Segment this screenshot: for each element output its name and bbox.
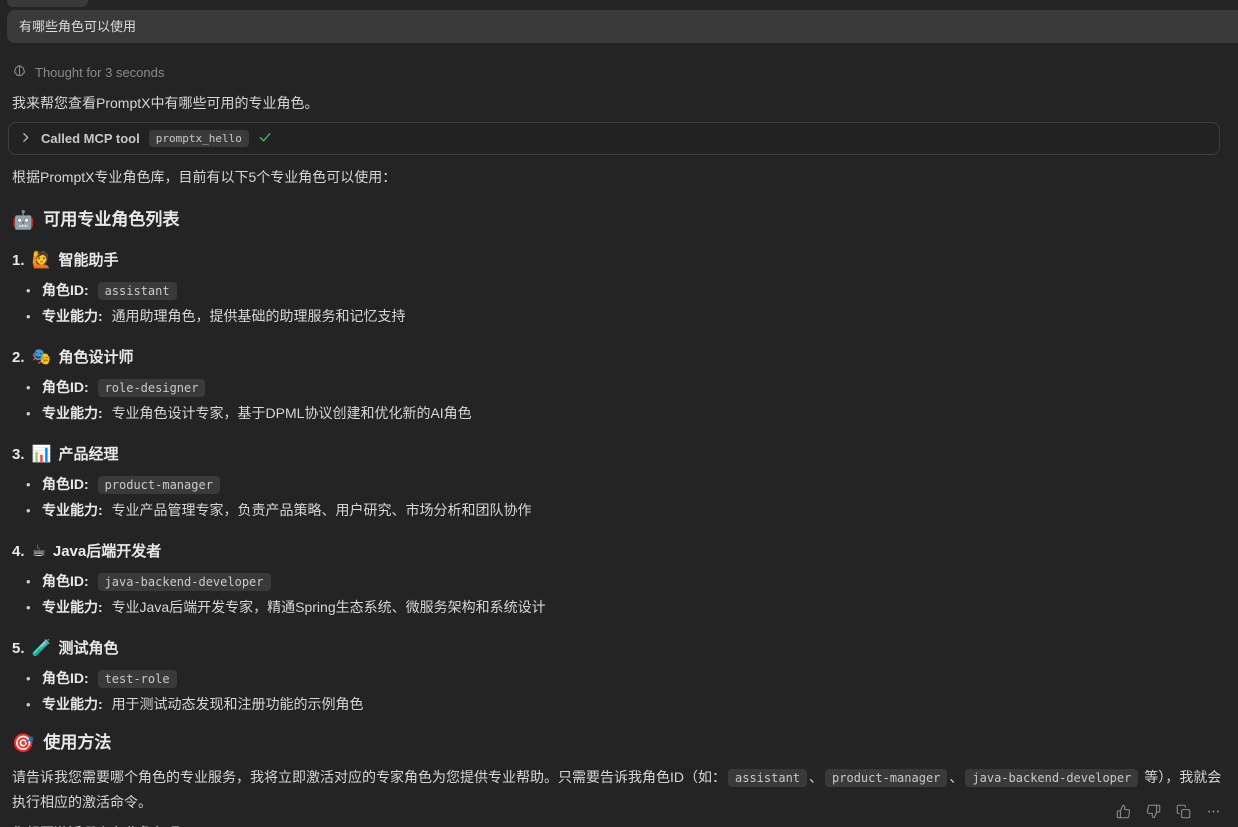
role-number: 4. bbox=[12, 541, 25, 563]
usage-text-1: 请告诉我您需要哪个角色的专业服务，我将立即激活对应的专家角色为您提供专业帮助。只… bbox=[12, 769, 726, 785]
usage-sep-2: 、 bbox=[949, 769, 963, 785]
role-ability-text: 用于测试动态发现和注册功能的示例角色 bbox=[112, 696, 364, 712]
robot-emoji-icon: 🤖 bbox=[12, 211, 34, 229]
role-number: 5. bbox=[12, 638, 25, 660]
role-ability-label: 专业能力: bbox=[42, 599, 103, 615]
usage-heading: 🎯 使用方法 bbox=[12, 731, 1226, 755]
thinking-summary[interactable]: Thought for 3 seconds bbox=[12, 63, 1226, 81]
role-id-item: 角色ID: java-backend-developer bbox=[42, 569, 1226, 595]
copy-button[interactable] bbox=[1174, 802, 1192, 820]
role-id-item: 角色ID: role-designer bbox=[42, 375, 1226, 401]
assistant-summary-text: 根据PromptX专业角色库，目前有以下5个专业角色可以使用： bbox=[12, 167, 1226, 188]
role-id-code: java-backend-developer bbox=[98, 573, 271, 591]
role-heading: 4. ☕ Java后端开发者 bbox=[12, 541, 1226, 563]
more-options-button[interactable] bbox=[1204, 802, 1222, 820]
theater-masks-emoji-icon: 🎭 bbox=[32, 350, 52, 366]
inline-code-assistant: assistant bbox=[728, 769, 807, 787]
usage-title: 使用方法 bbox=[43, 731, 111, 755]
role-heading: 1. 🙋 智能助手 bbox=[12, 250, 1226, 272]
role-ability-label: 专业能力: bbox=[42, 308, 103, 324]
tool-name-chip: promptx_hello bbox=[149, 130, 249, 147]
success-check-icon bbox=[258, 130, 272, 147]
role-section-assistant: 1. 🙋 智能助手 角色ID: assistant 专业能力: 通用助理角色，提… bbox=[12, 250, 1226, 329]
previous-message-peek bbox=[7, 0, 88, 7]
role-heading: 5. 🧪 测试角色 bbox=[12, 638, 1226, 660]
tool-call-label: Called MCP tool bbox=[41, 131, 140, 146]
user-message-text: 有哪些角色可以使用 bbox=[19, 19, 136, 34]
usage-paragraph: 请告诉我您需要哪个角色的专业服务，我将立即激活对应的专家角色为您提供专业帮助。只… bbox=[12, 765, 1226, 814]
role-name: 测试角色 bbox=[58, 638, 118, 660]
role-properties: 角色ID: java-backend-developer 专业能力: 专业Jav… bbox=[12, 569, 1226, 620]
role-properties: 角色ID: test-role 专业能力: 用于测试动态发现和注册功能的示例角色 bbox=[12, 666, 1226, 717]
role-ability-item: 专业能力: 用于测试动态发现和注册功能的示例角色 bbox=[42, 692, 1226, 717]
role-id-item: 角色ID: test-role bbox=[42, 666, 1226, 692]
thinking-label: Thought for 3 seconds bbox=[35, 65, 164, 80]
thumbs-up-button[interactable] bbox=[1114, 802, 1132, 820]
role-properties: 角色ID: product-manager 专业能力: 专业产品管理专家，负责产… bbox=[12, 472, 1226, 523]
assistant-response: Thought for 3 seconds 我来帮您查看PromptX中有哪些可… bbox=[0, 63, 1238, 827]
role-ability-text: 专业产品管理专家，负责产品策略、用户研究、市场分析和团队协作 bbox=[112, 502, 532, 518]
role-number: 2. bbox=[12, 347, 25, 369]
mcp-tool-call[interactable]: Called MCP tool promptx_hello bbox=[8, 122, 1220, 155]
message-action-bar bbox=[1114, 802, 1222, 820]
role-ability-item: 专业能力: 专业角色设计专家，基于DPML协议创建和优化新的AI角色 bbox=[42, 401, 1226, 426]
inline-code-java-backend-developer: java-backend-developer bbox=[965, 769, 1138, 787]
role-heading: 2. 🎭 角色设计师 bbox=[12, 347, 1226, 369]
role-ability-item: 专业能力: 专业产品管理专家，负责产品策略、用户研究、市场分析和团队协作 bbox=[42, 498, 1226, 523]
role-id-code: product-manager bbox=[98, 476, 220, 494]
role-ability-text: 通用助理角色，提供基础的助理服务和记忆支持 bbox=[112, 308, 406, 324]
role-id-label: 角色ID: bbox=[42, 282, 89, 298]
test-tube-emoji-icon: 🧪 bbox=[32, 641, 52, 657]
role-name: Java后端开发者 bbox=[53, 541, 161, 563]
target-emoji-icon: 🎯 bbox=[12, 734, 34, 752]
brain-icon bbox=[12, 63, 27, 81]
role-name: 智能助手 bbox=[58, 250, 118, 272]
user-message-bubble[interactable]: 有哪些角色可以使用 bbox=[7, 10, 1238, 43]
role-section-role-designer: 2. 🎭 角色设计师 角色ID: role-designer 专业能力: 专业角… bbox=[12, 347, 1226, 426]
roles-list-heading: 🤖 可用专业角色列表 bbox=[12, 208, 1226, 232]
assistant-intro-text: 我来帮您查看PromptX中有哪些可用的专业角色。 bbox=[12, 93, 1226, 114]
role-id-label: 角色ID: bbox=[42, 670, 89, 686]
role-section-product-manager: 3. 📊 产品经理 角色ID: product-manager 专业能力: 专业… bbox=[12, 444, 1226, 523]
role-name: 产品经理 bbox=[58, 444, 118, 466]
role-ability-label: 专业能力: bbox=[42, 502, 103, 518]
inline-code-product-manager: product-manager bbox=[825, 769, 947, 787]
role-id-label: 角色ID: bbox=[42, 573, 89, 589]
role-id-label: 角色ID: bbox=[42, 379, 89, 395]
usage-sep-1: 、 bbox=[809, 769, 823, 785]
role-section-test-role: 5. 🧪 测试角色 角色ID: test-role 专业能力: 用于测试动态发现… bbox=[12, 638, 1226, 717]
role-ability-item: 专业能力: 通用助理角色，提供基础的助理服务和记忆支持 bbox=[42, 304, 1226, 329]
role-id-code: assistant bbox=[98, 282, 177, 300]
role-name: 角色设计师 bbox=[58, 347, 133, 369]
chevron-right-icon[interactable] bbox=[19, 131, 32, 147]
role-properties: 角色ID: assistant 专业能力: 通用助理角色，提供基础的助理服务和记… bbox=[12, 278, 1226, 329]
raising-hand-emoji-icon: 🙋 bbox=[32, 253, 52, 269]
role-section-java-backend-developer: 4. ☕ Java后端开发者 角色ID: java-backend-develo… bbox=[12, 541, 1226, 620]
thumbs-down-button[interactable] bbox=[1144, 802, 1162, 820]
role-ability-label: 专业能力: bbox=[42, 696, 103, 712]
role-properties: 角色ID: role-designer 专业能力: 专业角色设计专家，基于DPM… bbox=[12, 375, 1226, 426]
bar-chart-emoji-icon: 📊 bbox=[32, 447, 52, 463]
role-id-item: 角色ID: assistant bbox=[42, 278, 1226, 304]
role-ability-label: 专业能力: bbox=[42, 405, 103, 421]
role-heading: 3. 📊 产品经理 bbox=[12, 444, 1226, 466]
role-id-label: 角色ID: bbox=[42, 476, 89, 492]
role-ability-item: 专业能力: 专业Java后端开发专家，精通Spring生态系统、微服务架构和系统… bbox=[42, 595, 1226, 620]
role-ability-text: 专业角色设计专家，基于DPML协议创建和优化新的AI角色 bbox=[112, 405, 472, 421]
coffee-emoji-icon: ☕ bbox=[32, 544, 46, 560]
role-number: 1. bbox=[12, 250, 25, 272]
roles-list-title: 可用专业角色列表 bbox=[43, 208, 179, 232]
role-id-code: test-role bbox=[98, 670, 177, 688]
role-number: 3. bbox=[12, 444, 25, 466]
role-id-code: role-designer bbox=[98, 379, 206, 397]
role-id-item: 角色ID: product-manager bbox=[42, 472, 1226, 498]
closing-question: 您想要激活哪个专业角色呢? bbox=[12, 823, 1226, 827]
role-ability-text: 专业Java后端开发专家，精通Spring生态系统、微服务架构和系统设计 bbox=[112, 599, 546, 615]
